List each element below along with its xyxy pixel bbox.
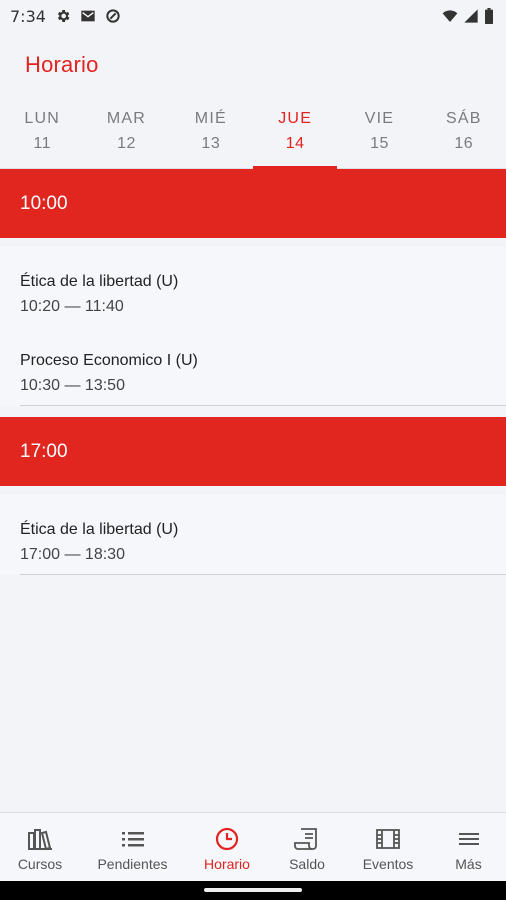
class-item[interactable]: Ética de la libertad (U) 17:00 — 18:30: [0, 495, 506, 575]
tab-day-sab[interactable]: SÁB 16: [422, 105, 506, 168]
home-gesture-handle[interactable]: [204, 888, 302, 892]
nav-label: Cursos: [17, 856, 63, 872]
class-time: 10:20 — 11:40: [20, 298, 124, 315]
film-icon: [376, 829, 400, 849]
nav-label: Pendientes: [97, 856, 168, 872]
class-time: 10:30 — 13:50: [20, 377, 125, 394]
clock-icon: [215, 827, 239, 851]
nav-cursos[interactable]: Cursos: [0, 813, 80, 881]
day-name: SÁB: [445, 110, 482, 127]
nav-label: Eventos: [362, 856, 414, 872]
bottom-navigation: Cursos Pendientes Horario Saldo Eventos …: [0, 812, 506, 881]
class-name: Ética de la libertad (U): [20, 273, 179, 290]
nav-label: Más: [455, 856, 482, 872]
day-tabs: LUN 11 MAR 12 MIÉ 13 JUE 14 VIE 15 SÁB 1…: [0, 105, 506, 169]
nav-saldo[interactable]: Saldo: [269, 813, 345, 881]
list-icon: [121, 832, 144, 847]
tab-day-vie[interactable]: VIE 15: [337, 105, 421, 168]
data-saver-icon: [106, 9, 120, 23]
nav-label: Horario: [204, 856, 250, 872]
day-name: VIE: [364, 110, 395, 127]
time-section-header: 17:00: [0, 417, 506, 486]
class-name: Proceso Economico I (U): [20, 352, 198, 369]
page-title: Horario: [25, 52, 99, 77]
day-number: 16: [454, 135, 474, 152]
day-name: LUN: [24, 110, 60, 127]
nav-label: Saldo: [289, 856, 325, 872]
nav-pendientes[interactable]: Pendientes: [80, 813, 185, 881]
signal-icon: [464, 9, 478, 23]
nav-eventos[interactable]: Eventos: [345, 813, 431, 881]
day-name: MAR: [106, 110, 147, 127]
day-name: JUE: [278, 110, 313, 127]
wifi-icon: [442, 10, 458, 22]
day-number: 14: [285, 135, 305, 152]
nav-horario[interactable]: Horario: [185, 813, 269, 881]
class-item[interactable]: Ética de la libertad (U) 10:20 — 11:40: [0, 247, 506, 327]
system-gesture-bar: [0, 881, 506, 900]
tab-day-lun[interactable]: LUN 11: [0, 105, 84, 168]
class-name: Ética de la libertad (U): [20, 521, 179, 538]
menu-icon: [458, 833, 479, 845]
day-number: 11: [33, 135, 51, 152]
day-number: 12: [117, 135, 136, 152]
time-section-header: 10:00: [0, 169, 506, 238]
day-number: 15: [370, 135, 389, 152]
day-number: 13: [201, 135, 221, 152]
status-time: 7:34: [10, 6, 46, 26]
tab-day-mie[interactable]: MIÉ 13: [169, 105, 253, 168]
tab-day-mar[interactable]: MAR 12: [84, 105, 168, 168]
battery-icon: [485, 8, 493, 24]
books-icon: [28, 829, 52, 851]
receipt-icon: [294, 828, 317, 850]
day-name: MIÉ: [194, 110, 227, 127]
tab-day-jue[interactable]: JUE 14: [252, 105, 338, 169]
status-bar: 7:34: [0, 0, 506, 32]
gear-icon: [57, 10, 70, 22]
class-time: 17:00 — 18:30: [20, 546, 125, 563]
gmail-icon: [81, 10, 95, 22]
nav-mas[interactable]: Más: [431, 813, 506, 881]
class-item[interactable]: Proceso Economico I (U) 10:30 — 13:50: [0, 326, 506, 406]
